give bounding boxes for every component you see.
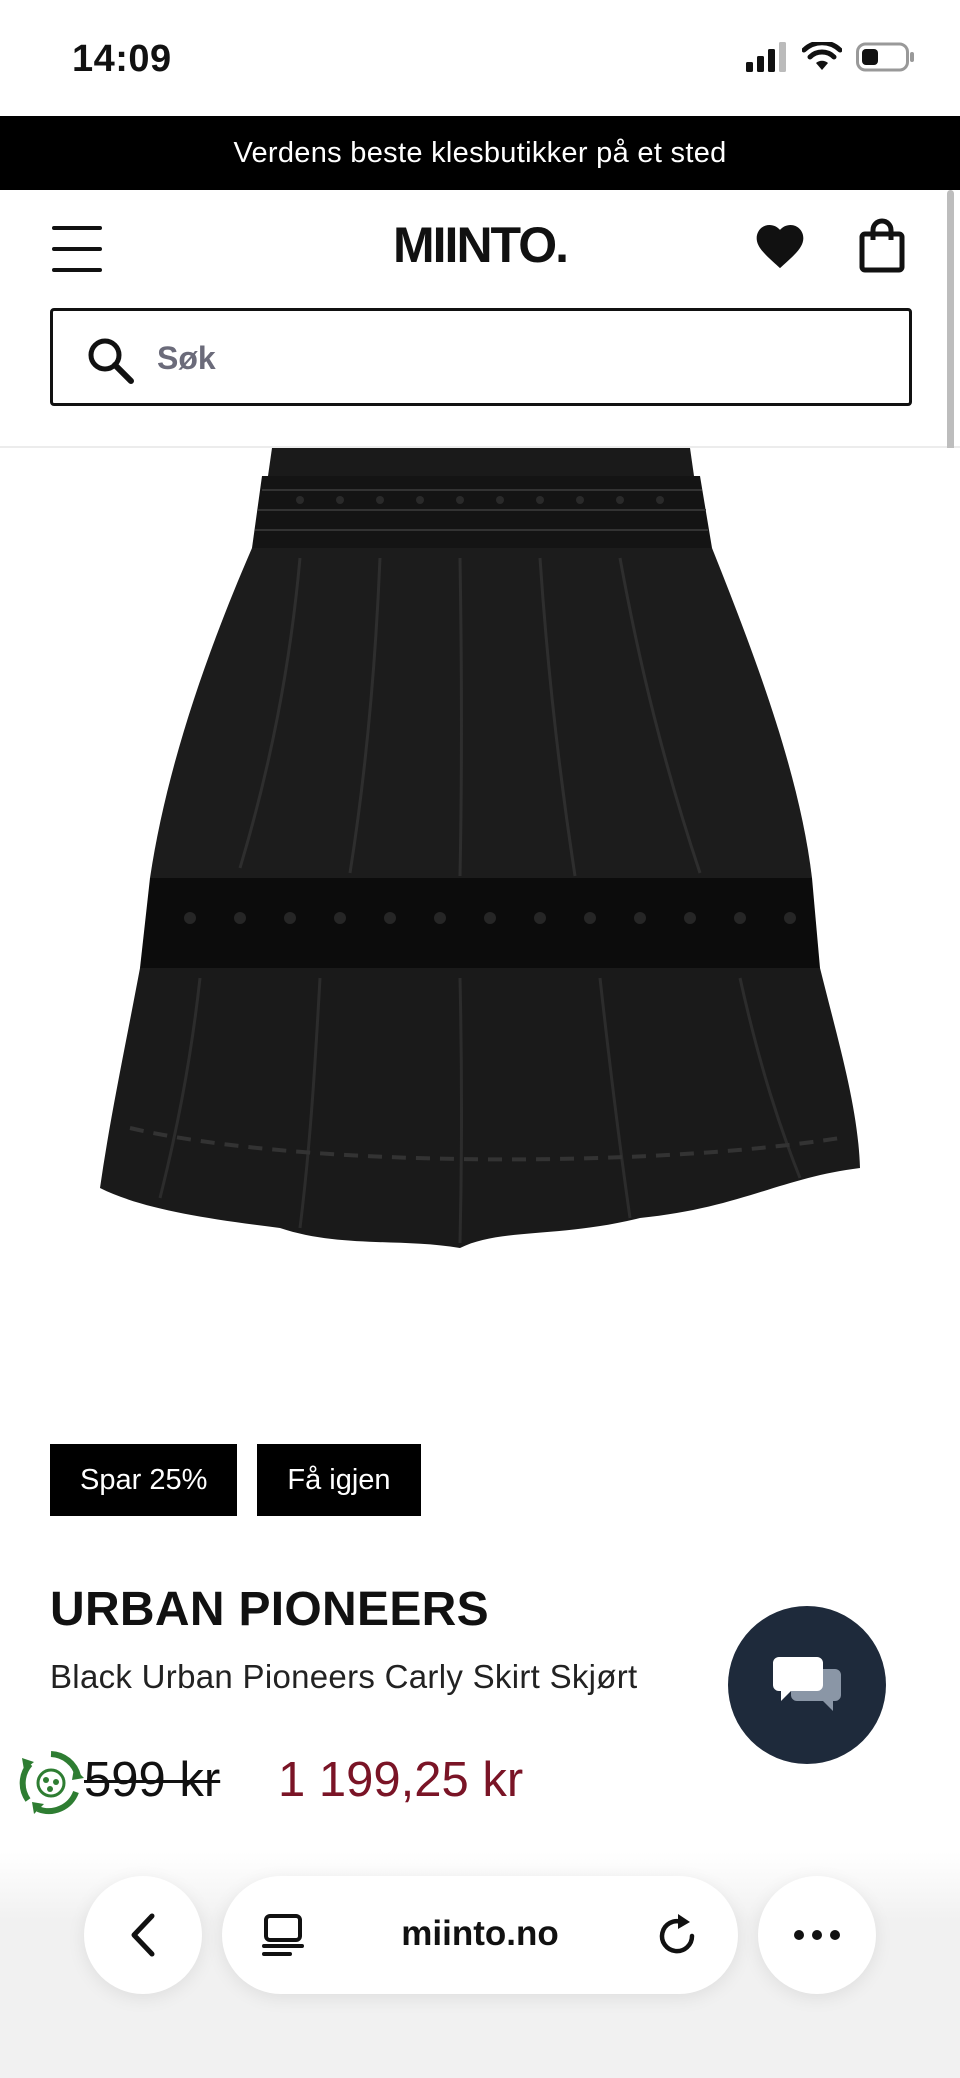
promo-banner: Verdens beste klesbutikker på et sted [0,116,960,190]
battery-icon [856,42,914,72]
heart-icon [756,225,804,269]
product-name: Black Urban Pioneers Carly Skirt Skjørt [50,1658,638,1695]
chat-bubbles-icon [773,1657,841,1711]
chat-button[interactable] [728,1606,886,1764]
back-button[interactable] [84,1876,202,1994]
address-bar[interactable]: miinto.no [222,1876,738,1994]
search-icon [88,338,134,384]
discount-badge: Spar 25% [50,1444,238,1516]
reload-icon[interactable] [654,1912,700,1958]
product-badges: Spar 25% Få igjen [50,1444,421,1516]
chevron-left-icon [131,1913,155,1957]
status-icons [746,42,916,72]
more-icon [794,1930,840,1940]
cart-button[interactable] [858,218,906,274]
sale-price: 1 199,25 kr [278,1753,524,1807]
cashback-badge: Få igjen [257,1444,421,1516]
product-image[interactable] [0,448,960,1408]
wifi-icon [802,42,842,70]
site-header: MIINTO. [0,190,960,448]
search-input[interactable] [157,333,857,383]
status-time: 14:09 [72,38,172,80]
site-logo[interactable]: MIINTO. [0,216,960,274]
skirt-image [100,448,860,1248]
shopping-bag-icon [859,218,905,273]
original-price: 599 kr [84,1753,221,1807]
status-bar: 14:09 [0,0,960,116]
wishlist-button[interactable] [752,218,808,274]
signal-icon [746,42,786,72]
recycle-icon[interactable] [16,1748,86,1818]
more-button[interactable] [758,1876,876,1994]
product-brand[interactable]: URBAN PIONEERS [50,1582,489,1637]
search-box[interactable] [50,308,912,406]
browser-toolbar: miinto.no [0,1852,960,2078]
